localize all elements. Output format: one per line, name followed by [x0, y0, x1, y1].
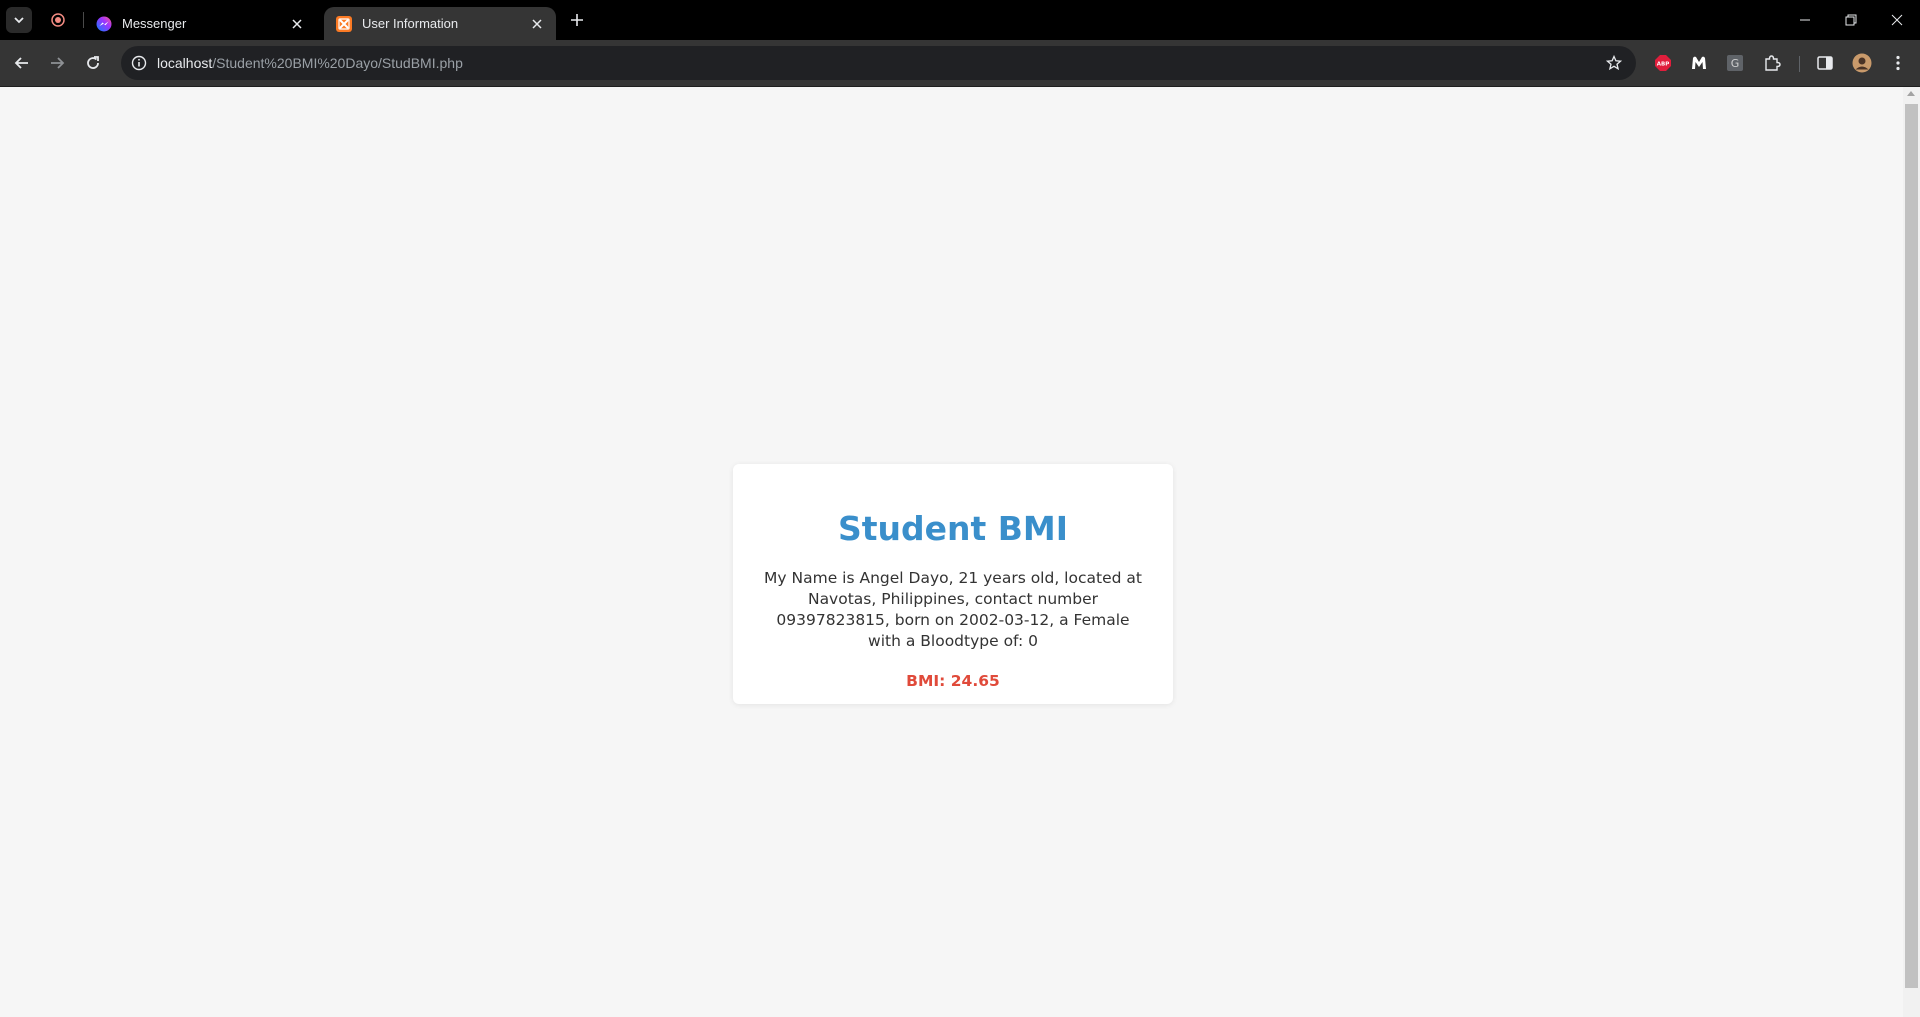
page-title: Student BMI — [837, 509, 1069, 548]
chevron-down-icon — [14, 17, 24, 24]
g-extension[interactable]: G — [1724, 52, 1746, 74]
reload-button[interactable] — [79, 49, 107, 77]
tab-strip: Messenger User Information — [0, 0, 1920, 40]
student-info-card: Student BMI My Name is Angel Dayo, 21 ye… — [733, 464, 1173, 704]
site-info-button[interactable] — [129, 53, 149, 73]
url-host: localhost — [157, 55, 213, 71]
forward-button[interactable] — [43, 49, 71, 77]
arrow-right-icon — [51, 57, 65, 69]
xampp-icon — [336, 15, 352, 32]
malwarebytes-icon — [1692, 56, 1706, 69]
close-window-button[interactable] — [1874, 0, 1920, 40]
toolbar-separator — [1799, 56, 1800, 72]
browser-toolbar: localhost/Student%20BMI%20Dayo/StudBMI.p… — [0, 40, 1920, 87]
side-panel-icon — [1817, 56, 1833, 70]
minimize-button[interactable] — [1782, 0, 1828, 40]
bmi-value: BMI: 24.65 — [906, 672, 1000, 690]
side-panel-button[interactable] — [1814, 52, 1836, 74]
vertical-scrollbar[interactable] — [1903, 87, 1920, 1017]
menu-button[interactable] — [1887, 52, 1909, 74]
pinned-tab-recording[interactable] — [46, 8, 70, 32]
new-tab-button[interactable] — [566, 9, 588, 31]
plus-icon — [571, 14, 583, 26]
tab-title: Messenger — [122, 16, 187, 31]
scroll-up-arrow-icon[interactable] — [1907, 91, 1915, 96]
url-text[interactable]: localhost/Student%20BMI%20Dayo/StudBMI.p… — [157, 46, 463, 80]
record-icon — [51, 13, 65, 27]
messenger-icon — [96, 16, 112, 31]
student-description: My Name is Angel Dayo, 21 years old, loc… — [764, 569, 1142, 650]
extensions-button[interactable] — [1761, 52, 1783, 74]
svg-text:G: G — [1731, 57, 1740, 70]
g-extension-icon: G — [1727, 55, 1743, 71]
puzzle-icon — [1765, 55, 1781, 71]
tab-search-button[interactable] — [6, 7, 32, 33]
close-tab-button[interactable] — [288, 15, 306, 33]
info-icon — [131, 55, 147, 71]
profile-button[interactable] — [1851, 52, 1873, 74]
tab-messenger[interactable]: Messenger — [84, 7, 316, 40]
restore-icon — [1845, 14, 1857, 26]
close-tab-button[interactable] — [528, 15, 546, 33]
adblock-plus-extension[interactable]: ABP — [1652, 52, 1674, 74]
arrow-left-icon — [14, 57, 28, 69]
address-bar[interactable]: localhost/Student%20BMI%20Dayo/StudBMI.p… — [121, 46, 1636, 80]
avatar-icon — [1852, 53, 1872, 73]
close-icon — [1891, 14, 1903, 26]
adblock-plus-icon: ABP — [1655, 55, 1671, 71]
more-vertical-icon — [1896, 55, 1900, 71]
reload-icon — [87, 56, 99, 69]
tab-title: User Information — [362, 16, 459, 31]
tab-user-information[interactable]: User Information — [324, 7, 556, 40]
star-icon — [1606, 55, 1622, 71]
close-icon — [532, 18, 542, 29]
close-icon — [292, 18, 302, 29]
page-viewport: Student BMI My Name is Angel Dayo, 21 ye… — [0, 87, 1903, 1017]
malwarebytes-extension[interactable] — [1688, 52, 1710, 74]
url-path: /Student%20BMI%20Dayo/StudBMI.php — [212, 55, 463, 71]
bookmark-button[interactable] — [1604, 53, 1624, 73]
scrollbar-thumb[interactable] — [1905, 104, 1918, 988]
svg-text:ABP: ABP — [1657, 62, 1669, 68]
back-button[interactable] — [8, 49, 36, 77]
minimize-icon — [1800, 19, 1810, 21]
restore-button[interactable] — [1828, 0, 1874, 40]
